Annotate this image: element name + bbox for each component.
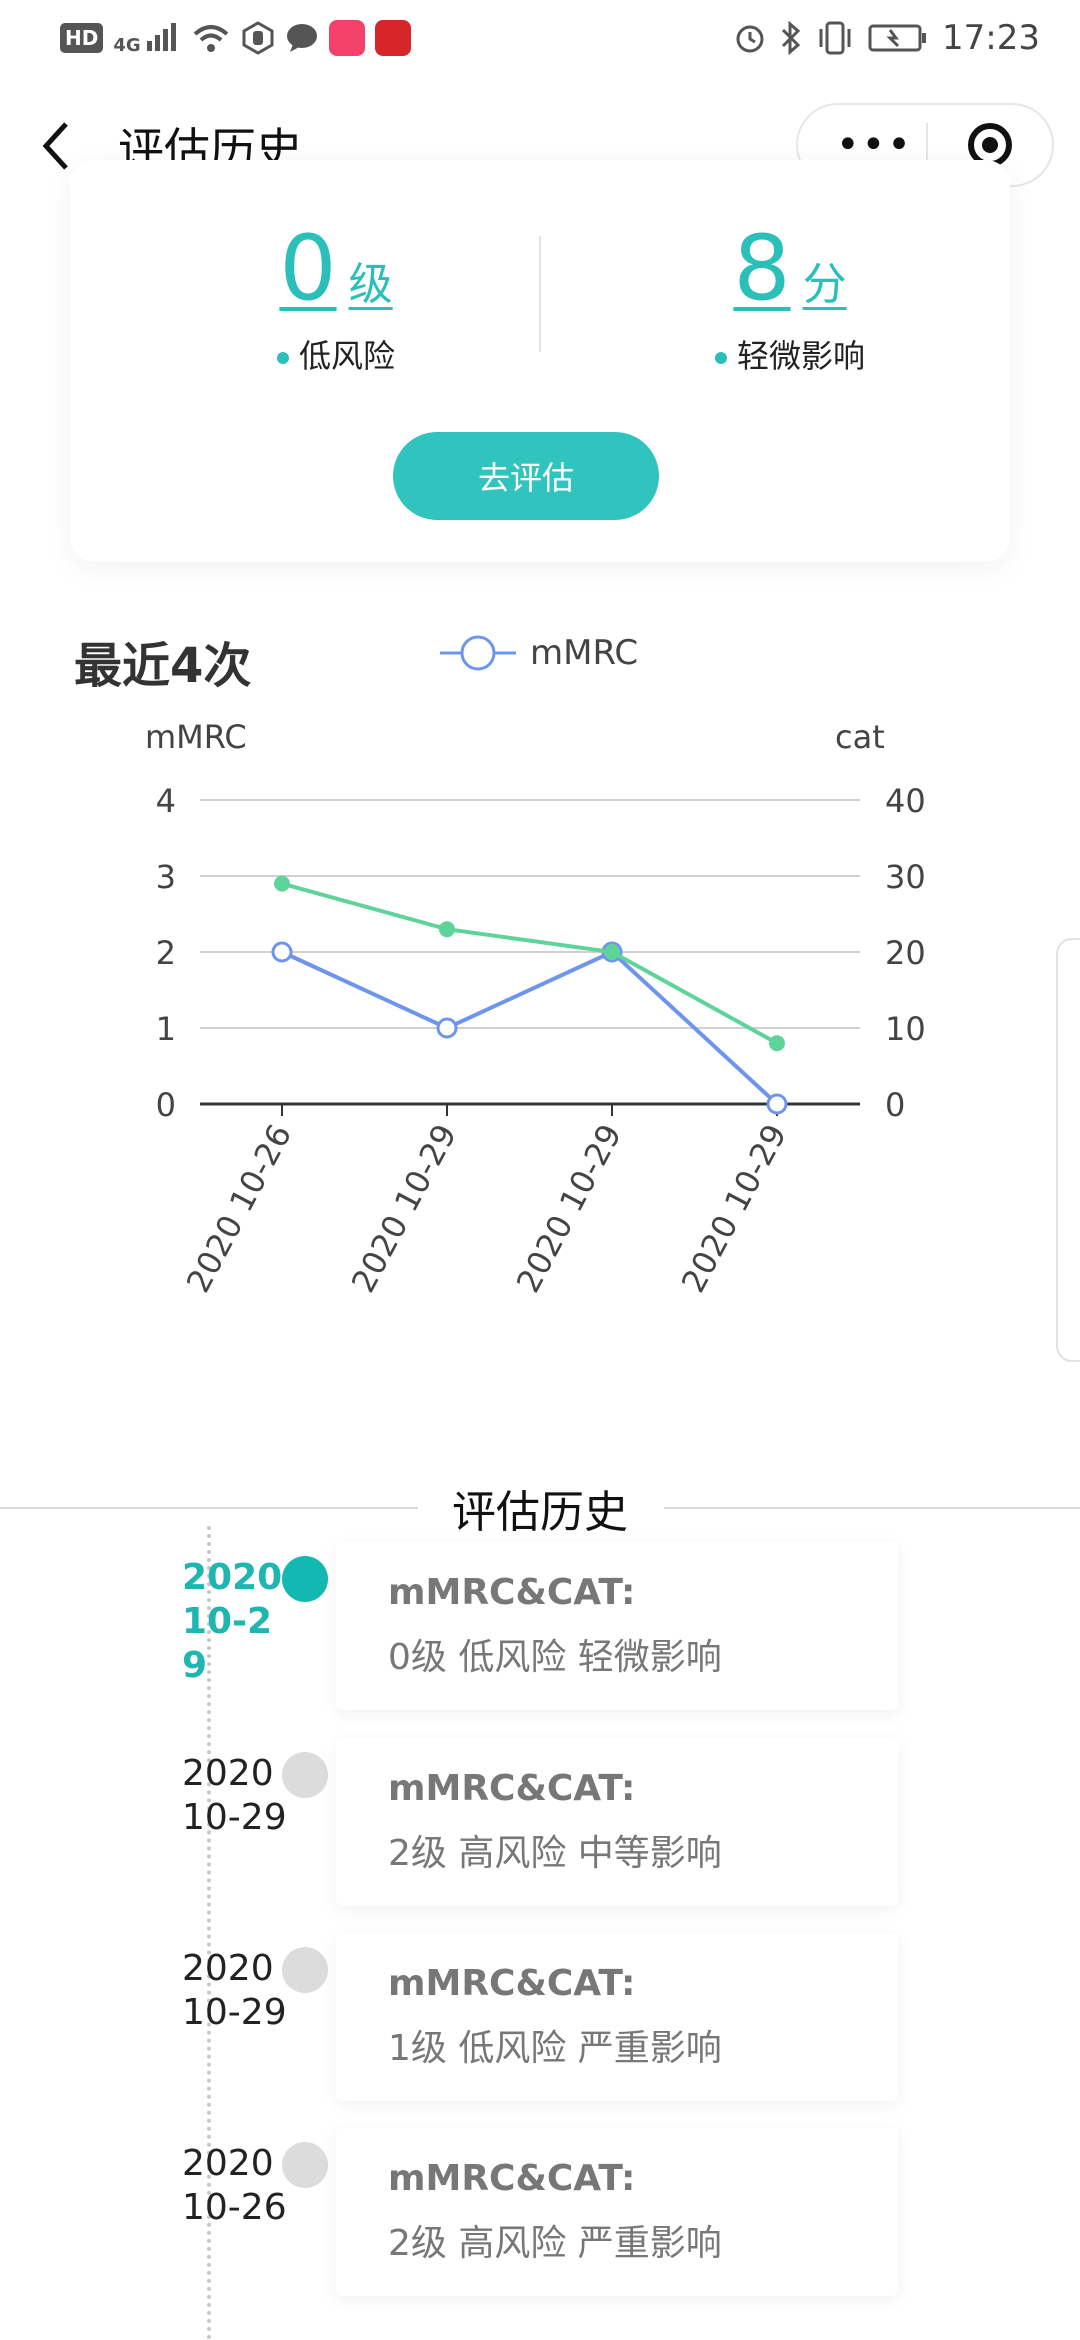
y-right-axis-label: cat — [835, 718, 885, 756]
more-dots-icon[interactable]: ••• — [836, 125, 913, 165]
history-title-text: 评估历史 — [422, 1487, 658, 1538]
data-point — [436, 1017, 458, 1039]
hd-badge: HD — [60, 23, 104, 53]
y-left-tick-label: 2 — [156, 934, 176, 972]
network-label: 4G — [113, 34, 141, 56]
history-card-body: 1级 低风险 严重影响 — [388, 2028, 722, 2069]
timeline-dot-icon — [282, 1752, 328, 1798]
data-point — [439, 921, 455, 938]
x-tick-label: 2020 10-26 — [179, 1118, 299, 1299]
y-right-tick-label: 40 — [885, 782, 926, 820]
legend-label: mMRC — [530, 633, 638, 673]
battery-icon — [868, 24, 927, 52]
y-left-tick-label: 1 — [156, 1010, 176, 1048]
history-date: 2020 10-26 — [182, 2143, 287, 2228]
legend-marker — [460, 635, 496, 671]
history-item[interactable]: 2020 10-29 mMRC&CAT: 0级 低风险 轻微影响 — [0, 1542, 1080, 1724]
score-unit: 分 — [802, 259, 847, 310]
history-card[interactable]: mMRC&CAT: 2级 高风险 严重影响 — [336, 2128, 898, 2296]
bluetooth-icon — [781, 21, 801, 55]
history-item[interactable]: 2020 10-26 mMRC&CAT: 2级 高风险 严重影响 — [0, 2128, 1080, 2310]
data-point — [274, 875, 290, 892]
history-card[interactable]: mMRC&CAT: 2级 高风险 中等影响 — [336, 1738, 898, 1906]
series-line — [281, 881, 778, 1045]
level-unit: 级 — [348, 259, 393, 310]
history-item[interactable]: 2020 10-29 mMRC&CAT: 1级 低风险 严重影响 — [0, 1933, 1080, 2115]
level-desc: 低风险 — [186, 331, 486, 377]
x-tick-label: 2020 10-29 — [674, 1118, 794, 1299]
y-left-tick-label: 3 — [156, 858, 176, 896]
level-value: 0 — [279, 216, 337, 321]
x-tick-label: 2020 10-29 — [344, 1118, 464, 1299]
alarm-icon — [736, 25, 764, 53]
data-point — [604, 944, 620, 960]
history-title: 评估历史 — [0, 1476, 1080, 1540]
y-left-tick-label: 0 — [156, 1086, 176, 1124]
history-item[interactable]: 2020 10-29 mMRC&CAT: 2级 高风险 中等影响 — [0, 1738, 1080, 1920]
history-card-header: mMRC&CAT: — [388, 1963, 636, 2004]
y-left-tick-label: 4 — [156, 782, 176, 820]
history-card-header: mMRC&CAT: — [388, 1572, 636, 1613]
history-card[interactable]: mMRC&CAT: 0级 低风险 轻微影响 — [336, 1542, 898, 1710]
go-evaluate-button[interactable]: 去评估 — [393, 432, 659, 520]
app-icon-1 — [328, 20, 365, 56]
x-tick-label: 2020 10-29 — [509, 1118, 629, 1299]
y-right-tick-label: 10 — [885, 1010, 926, 1048]
data-point — [766, 1093, 788, 1115]
status-bar: HD 4G 17:23 — [0, 0, 1080, 84]
history-card[interactable]: mMRC&CAT: 1级 低风险 严重影响 — [336, 1933, 898, 2101]
status-right: 17:23 — [734, 18, 1040, 58]
hand-icon — [242, 21, 274, 55]
signal-4g-icon: 4G — [113, 21, 181, 56]
timeline-dot-icon — [282, 1947, 328, 1993]
score-desc-text: 轻微影响 — [736, 337, 865, 375]
vibrate-icon — [819, 21, 851, 55]
history-date: 2020 10-29 — [182, 1753, 287, 1838]
score-divider — [539, 236, 541, 352]
wifi-icon — [193, 25, 229, 52]
history-card-header: mMRC&CAT: — [388, 2158, 636, 2199]
chat-bubble-icon — [286, 24, 317, 52]
back-arrow-icon[interactable] — [36, 118, 76, 174]
y-right-tick-label: 0 — [885, 1086, 905, 1124]
status-time: 17:23 — [942, 18, 1040, 58]
dot-icon — [714, 352, 727, 364]
data-point — [769, 1035, 785, 1052]
level-score: 0级 低风险 — [186, 216, 486, 377]
summary-card: 0级 低风险 8分 轻微影响 去评估 — [70, 160, 1010, 562]
score-desc: 轻微影响 — [640, 331, 940, 377]
level-desc-text: 低风险 — [298, 337, 395, 375]
y-right-tick-label: 20 — [885, 934, 926, 972]
status-left: HD 4G — [60, 20, 411, 56]
history-card-body: 2级 高风险 中等影响 — [388, 1833, 722, 1874]
score-value: 8 — [733, 216, 791, 321]
history-card-body: 2级 高风险 严重影响 — [388, 2223, 722, 2264]
timeline-dot-icon — [282, 2142, 328, 2188]
app-icon-2 — [374, 20, 411, 56]
side-scroll-handle[interactable] — [1056, 938, 1080, 1362]
dot-icon — [276, 352, 289, 364]
trend-chart: mMRCmMRC cat012340102030402020 10-26 2020 … — [145, 633, 926, 1299]
y-right-tick-label: 30 — [885, 858, 926, 896]
history-card-body: 0级 低风险 轻微影响 — [388, 1637, 722, 1678]
points-score: 8分 轻微影响 — [640, 216, 940, 377]
data-point — [271, 941, 293, 963]
timeline-dot-icon — [282, 1556, 328, 1602]
history-card-header: mMRC&CAT: — [388, 1768, 636, 1809]
y-left-axis-label: mMRC — [145, 718, 247, 756]
history-date: 2020 10-29 — [182, 1557, 283, 1686]
history-date: 2020 10-29 — [182, 1948, 287, 2033]
